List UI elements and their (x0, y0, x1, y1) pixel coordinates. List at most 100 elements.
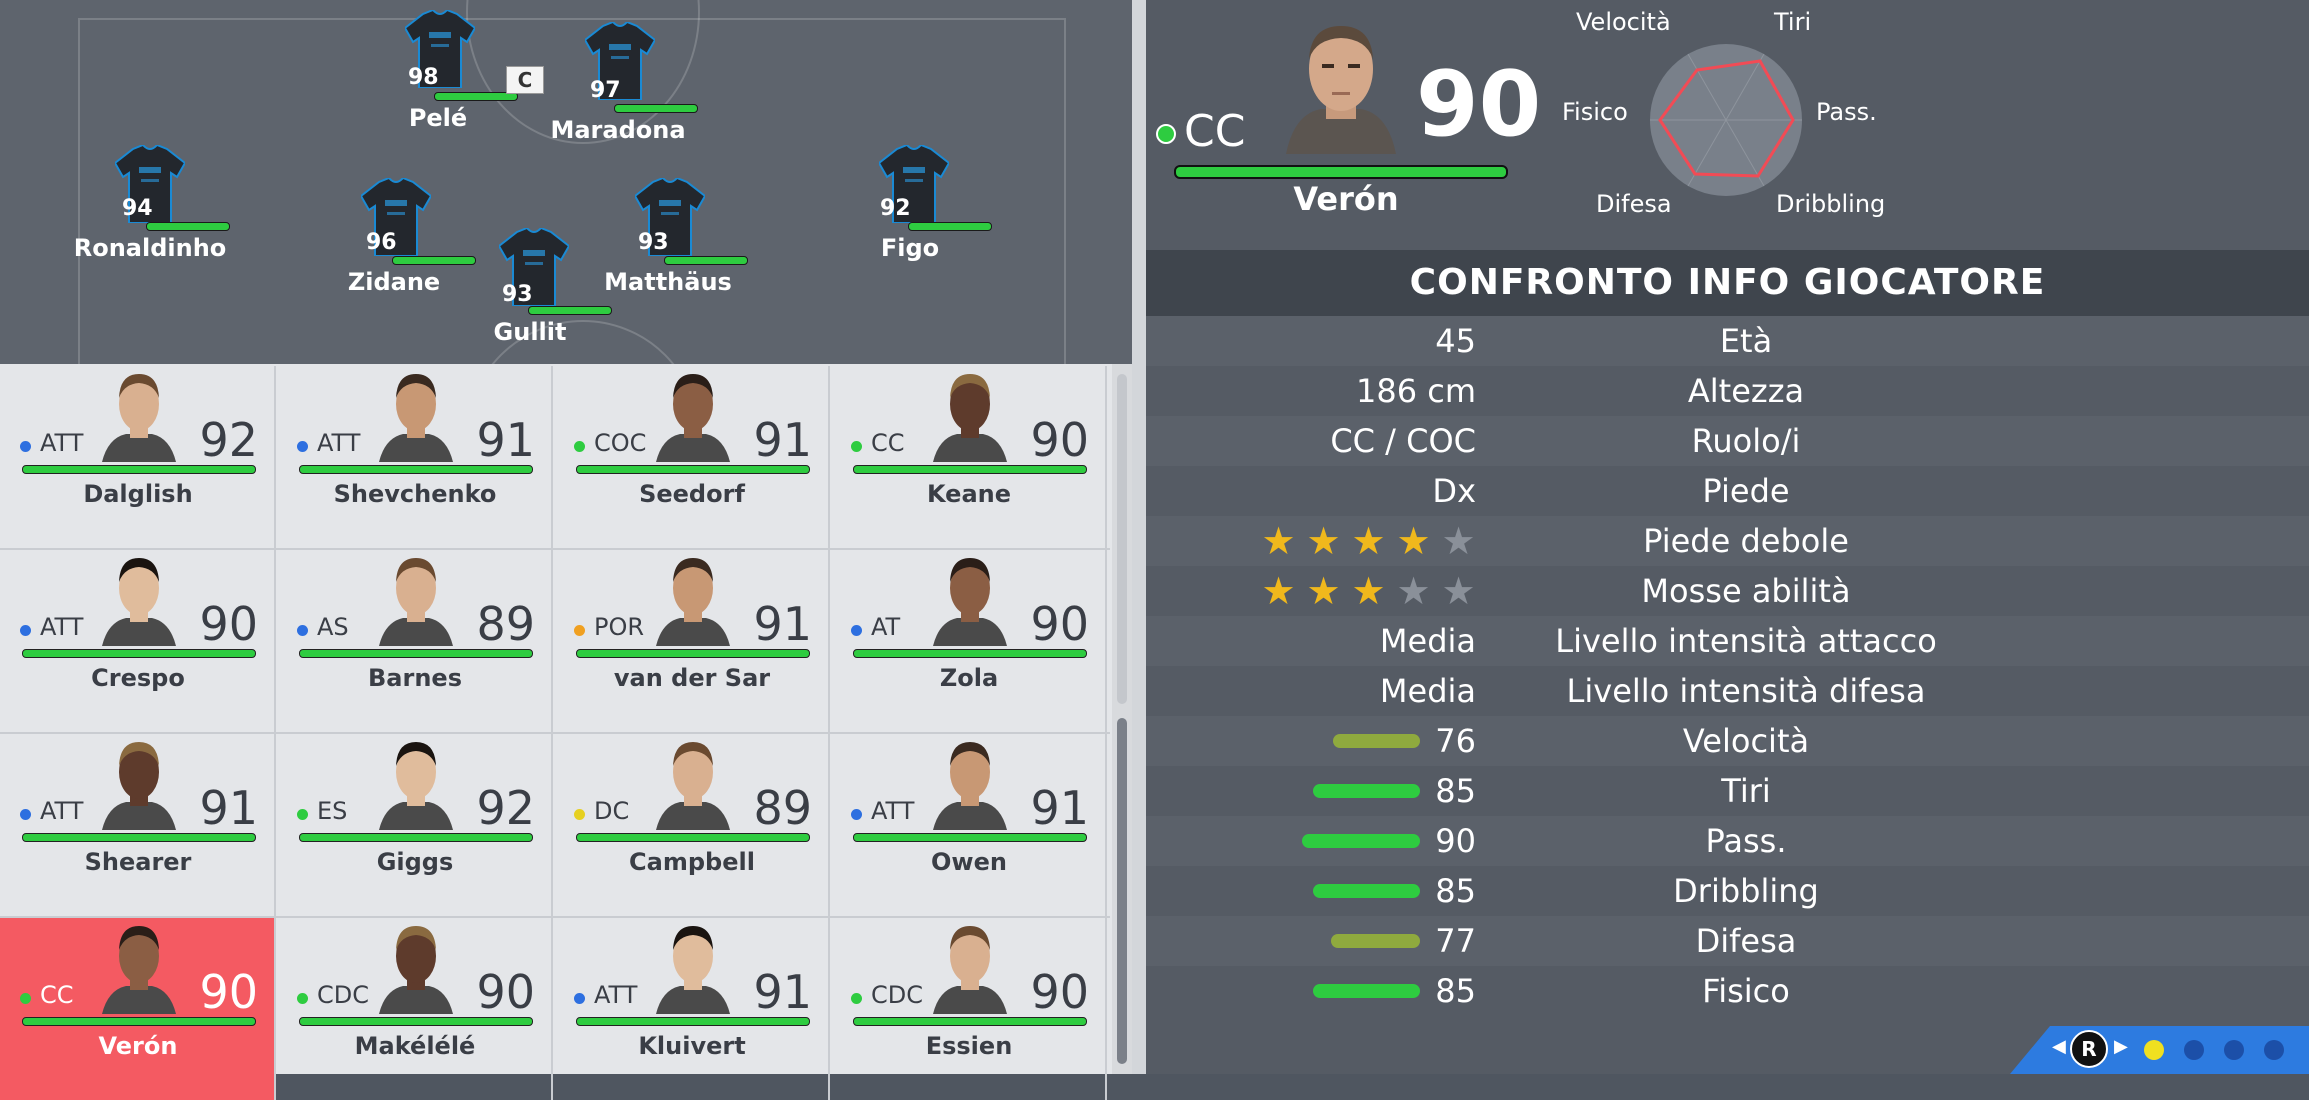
pitch-player-jersey-icon[interactable] (834, 145, 994, 223)
player-card[interactable]: ATT 90 Crespo (0, 550, 276, 732)
player-card-bar (22, 649, 256, 658)
stat-row: CC / COC Ruolo/i (1146, 416, 2309, 466)
stat-label: Dribbling (1673, 872, 1819, 910)
player-card[interactable]: ATT 91 Shearer (0, 734, 276, 916)
stat-bar (1313, 984, 1420, 998)
pitch-player-jersey-icon[interactable] (590, 178, 750, 256)
nav-right-arrow-icon[interactable]: ▶ (2114, 1036, 2128, 1057)
pitch-player-rating: 98 (408, 65, 439, 90)
player-card[interactable]: CC 90 Keane (831, 366, 1107, 548)
player-card-bar (299, 1017, 533, 1026)
player-card-rating: 90 (1030, 413, 1089, 467)
stat-row: Dx Piede (1146, 466, 2309, 516)
player-card-bar (853, 833, 1087, 842)
attribute-radar-chart (1650, 44, 1802, 196)
player-card[interactable]: ATT 91 Kluivert (554, 918, 830, 1100)
player-card[interactable]: ATT 91 Shevchenko (277, 366, 553, 548)
player-face-icon (656, 742, 730, 830)
pitch-player-bar (614, 104, 698, 113)
row-separator (0, 548, 1110, 550)
player-card[interactable]: POR 91 van der Sar (554, 550, 830, 732)
squad-scrollbar[interactable] (1112, 364, 1132, 1074)
player-card-position: CC (871, 429, 905, 457)
player-card-rating: 92 (199, 413, 258, 467)
position-dot (297, 441, 308, 452)
player-card[interactable]: ATT 92 Dalglish (0, 366, 276, 548)
player-card-rating: 91 (753, 965, 812, 1019)
player-card-position: AS (317, 613, 349, 641)
pitch-player-bar (908, 222, 992, 231)
player-card-rating: 92 (476, 781, 535, 835)
stat-bar (1313, 784, 1420, 798)
player-card[interactable]: DC 89 Campbell (554, 734, 830, 916)
position-dot (851, 809, 862, 820)
stat-row: 85 Tiri (1146, 766, 2309, 816)
player-position: CC (1184, 106, 1246, 157)
player-card-name: Crespo (91, 664, 185, 692)
nav-left-arrow-icon[interactable]: ◀ (2052, 1036, 2066, 1057)
player-card-rating: 90 (199, 597, 258, 651)
player-card[interactable]: ATT 91 Owen (831, 734, 1107, 916)
player-card-bar (22, 465, 256, 474)
player-card-position: ATT (871, 797, 915, 825)
stat-value: 90 (1435, 822, 1476, 860)
scroll-thumb[interactable] (1117, 718, 1127, 1064)
player-card[interactable]: ES 92 Giggs (277, 734, 553, 916)
pitch-player-jersey-icon[interactable] (360, 10, 520, 88)
page-dot-2[interactable] (2184, 1040, 2204, 1060)
player-card[interactable]: COC 91 Seedorf (554, 366, 830, 548)
stat-row: 76 Velocità (1146, 716, 2309, 766)
player-card[interactable]: AT 90 Zola (831, 550, 1107, 732)
position-dot (20, 809, 31, 820)
player-card-position: AT (871, 613, 901, 641)
player-card-name: Essien (925, 1032, 1013, 1060)
row-separator (0, 732, 1110, 734)
player-card[interactable]: CDC 90 Makélélé (277, 918, 553, 1100)
player-face-icon (933, 742, 1007, 830)
page-navigation: ◀ R ▶ (2010, 1026, 2309, 1074)
stat-label: Difesa (1695, 922, 1797, 960)
player-card-bar (22, 1017, 256, 1026)
player-card-bar (576, 465, 810, 474)
star-rating: ★ ★ ★ ★ ★ (1256, 572, 1481, 610)
stat-row: ★ ★ ★ ★ ★ Piede debole (1146, 516, 2309, 566)
stat-value: Media (1379, 622, 1476, 660)
position-dot (574, 993, 585, 1004)
page-dot-1[interactable] (2144, 1040, 2164, 1060)
panel-divider (1132, 0, 1146, 1074)
stat-label: Età (1719, 322, 1773, 360)
scroll-track (1117, 374, 1127, 704)
pitch-player-jersey-icon[interactable] (454, 228, 614, 306)
player-card-rating: 90 (199, 965, 258, 1019)
page-dot-3[interactable] (2224, 1040, 2244, 1060)
player-card[interactable]: CC 90 Verón (0, 918, 276, 1100)
stat-label: Pass. (1705, 822, 1787, 860)
position-dot (20, 625, 31, 636)
player-card-bar (299, 833, 533, 842)
pitch-player-name: Maradona (550, 116, 686, 144)
position-dot (851, 625, 862, 636)
player-card-bar (576, 1017, 810, 1026)
stat-bar (1333, 734, 1420, 748)
position-dot (297, 809, 308, 820)
player-card-position: ATT (40, 429, 84, 457)
player-card-name: Seedorf (639, 480, 745, 508)
position-dot (20, 993, 31, 1004)
player-card-name: Zola (939, 664, 999, 692)
player-card[interactable]: AS 89 Barnes (277, 550, 553, 732)
player-face-icon (933, 558, 1007, 646)
r-button-icon[interactable]: R (2070, 1030, 2108, 1068)
stat-row: 77 Difesa (1146, 916, 2309, 966)
pitch-player-name: Gullit (493, 318, 567, 346)
page-dot-4[interactable] (2264, 1040, 2284, 1060)
player-card[interactable]: CDC 90 Essien (831, 918, 1107, 1100)
player-card-name: van der Sar (613, 664, 771, 692)
radar-label-fisico: Fisico (1562, 98, 1628, 126)
player-card-position: POR (594, 613, 645, 641)
pitch-player-rating: 93 (638, 230, 669, 255)
row-separator (0, 916, 1110, 918)
player-face-icon (102, 742, 176, 830)
pitch-player-rating: 97 (590, 78, 621, 103)
player-card-position: ES (317, 797, 348, 825)
player-card-name: Campbell (629, 848, 755, 876)
